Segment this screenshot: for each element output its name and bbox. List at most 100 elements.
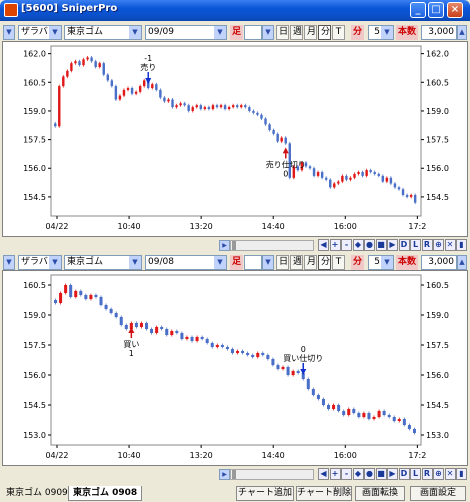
price-chart[interactable]: 160.5 160.5 159.0 159.0 157.5 157.5 156.0 156.0…	[2, 270, 468, 466]
screen-settings-button[interactable]: 画面設定	[410, 486, 466, 501]
contract-select[interactable]: 09/09 ▼	[145, 25, 227, 40]
maximize-button[interactable]: □	[428, 2, 444, 18]
tab-contract-0908[interactable]: 東京ゴム 0908	[68, 486, 143, 501]
draw-d-button[interactable]: D	[398, 239, 410, 251]
month-button[interactable]: 月	[304, 255, 317, 270]
candle	[316, 172, 320, 176]
annotation-sub: 1	[129, 349, 134, 358]
interval-select[interactable]: 5 ▼	[368, 25, 394, 40]
bar-type-select[interactable]	[244, 255, 262, 270]
delete-chart-button[interactable]: チャート削除	[296, 486, 352, 501]
candle	[261, 353, 265, 355]
candle	[367, 413, 371, 419]
commodity-value: 東京ゴム	[67, 27, 104, 37]
day-button[interactable]: 日	[276, 255, 289, 270]
x-tick-label: 17:2	[408, 451, 426, 460]
zoom-out-button[interactable]: -	[341, 468, 352, 480]
scroll-thumb[interactable]	[232, 241, 236, 250]
candle	[252, 110, 255, 113]
candle	[179, 103, 182, 106]
day-button[interactable]: 日	[276, 25, 289, 40]
tab-contract-0909[interactable]: 東京ゴム 0909	[2, 486, 72, 501]
candle	[227, 107, 231, 110]
chart-toolbar: ▼ ザラバ ▼ 東京ゴム ▼ 09/08 ▼ 足 ▼ 日週月分 T 分 5 ▼ 本数 3,000 ▲	[0, 254, 470, 271]
candle	[145, 323, 149, 329]
chart-scrollbar[interactable]	[230, 240, 314, 251]
nav-forward-button[interactable]: ▶	[387, 468, 398, 480]
chevron-down-icon[interactable]: ▼	[262, 25, 274, 40]
commodity-select[interactable]: 東京ゴム ▼	[64, 255, 142, 270]
zoom-in-button[interactable]: +	[329, 468, 341, 480]
bar-type-select[interactable]	[244, 25, 262, 40]
chart-scrollbar[interactable]	[230, 469, 314, 480]
nav-end-button[interactable]: ▮	[456, 468, 467, 480]
market-select[interactable]: ザラバ ▼	[18, 255, 62, 270]
zoom-icon[interactable]: ⊕	[433, 468, 444, 480]
draw-r-button[interactable]: R	[421, 468, 433, 480]
minute-button[interactable]: 分	[318, 255, 331, 270]
scroll-right-icon[interactable]: ▶	[219, 469, 230, 480]
chevron-down-icon[interactable]: ▼	[3, 25, 15, 40]
zoom-icon[interactable]: ⊕	[433, 239, 444, 251]
draw-r-button[interactable]: R	[421, 239, 433, 251]
week-button[interactable]: 週	[290, 25, 303, 40]
candle	[203, 107, 207, 110]
y-tick-label-right: 154.5	[426, 401, 449, 410]
nav-back-button[interactable]: ◀	[318, 239, 329, 251]
nav-diamond-button[interactable]: ◆	[352, 239, 364, 251]
zoom-in-button[interactable]: +	[329, 239, 341, 251]
tick-button[interactable]: T	[332, 25, 345, 40]
contract-select[interactable]: 09/08 ▼	[145, 255, 227, 270]
candle	[109, 309, 113, 313]
price-chart[interactable]: 162.0 162.0 160.5 160.5 159.0 159.0 157.5 157.5…	[2, 41, 468, 237]
chevron-up-icon[interactable]: ▲	[457, 25, 467, 40]
candle	[286, 367, 290, 375]
candle	[357, 172, 360, 174]
zoom-out-button[interactable]: -	[341, 239, 352, 251]
scroll-right-icon[interactable]: ▶	[219, 240, 230, 251]
nav-dot-button[interactable]: ●	[364, 468, 375, 480]
scroll-thumb[interactable]	[232, 470, 236, 479]
minimize-button[interactable]: _	[410, 2, 426, 18]
add-chart-button[interactable]: チャート追加	[236, 486, 294, 501]
chevron-down-icon[interactable]: ▼	[3, 255, 15, 270]
plot-area	[50, 274, 422, 446]
bar-count-input[interactable]: 3,000	[421, 25, 457, 40]
nav-stop-button[interactable]: ■	[375, 468, 387, 480]
candle	[180, 333, 184, 339]
candle	[207, 107, 211, 110]
close-button[interactable]: ×	[447, 2, 463, 18]
close-chart-icon[interactable]: ✕	[444, 468, 456, 480]
candle	[382, 411, 386, 415]
bar-count-input[interactable]: 3,000	[421, 255, 457, 270]
nav-end-button[interactable]: ▮	[456, 239, 467, 251]
draw-d-button[interactable]: D	[398, 468, 410, 480]
y-tick-label-right: 156.0	[426, 164, 449, 173]
window-titlebar[interactable]: [5600] SniperPro _ □ ×	[0, 0, 470, 21]
nav-back-button[interactable]: ◀	[318, 468, 329, 480]
month-button[interactable]: 月	[304, 25, 317, 40]
week-button[interactable]: 週	[290, 255, 303, 270]
switch-screen-button[interactable]: 画面転換	[355, 486, 405, 501]
tick-button[interactable]: T	[332, 255, 345, 270]
candle	[106, 74, 110, 81]
minute-button[interactable]: 分	[318, 25, 331, 40]
nav-diamond-button[interactable]: ◆	[352, 468, 364, 480]
candle	[122, 89, 126, 96]
candle	[118, 95, 122, 100]
draw-l-button[interactable]: L	[410, 468, 421, 480]
chevron-down-icon[interactable]: ▼	[262, 255, 274, 270]
market-select[interactable]: ザラバ ▼	[18, 25, 62, 40]
chevron-up-icon[interactable]: ▲	[457, 255, 467, 270]
candle	[54, 300, 58, 303]
candle	[240, 105, 243, 108]
candle	[165, 329, 169, 335]
nav-dot-button[interactable]: ●	[364, 239, 375, 251]
nav-stop-button[interactable]: ■	[375, 239, 387, 251]
candle	[362, 413, 366, 417]
close-chart-icon[interactable]: ✕	[444, 239, 456, 251]
commodity-select[interactable]: 東京ゴム ▼	[64, 25, 142, 40]
nav-forward-button[interactable]: ▶	[387, 239, 398, 251]
interval-select[interactable]: 5 ▼	[368, 255, 394, 270]
draw-l-button[interactable]: L	[410, 239, 421, 251]
